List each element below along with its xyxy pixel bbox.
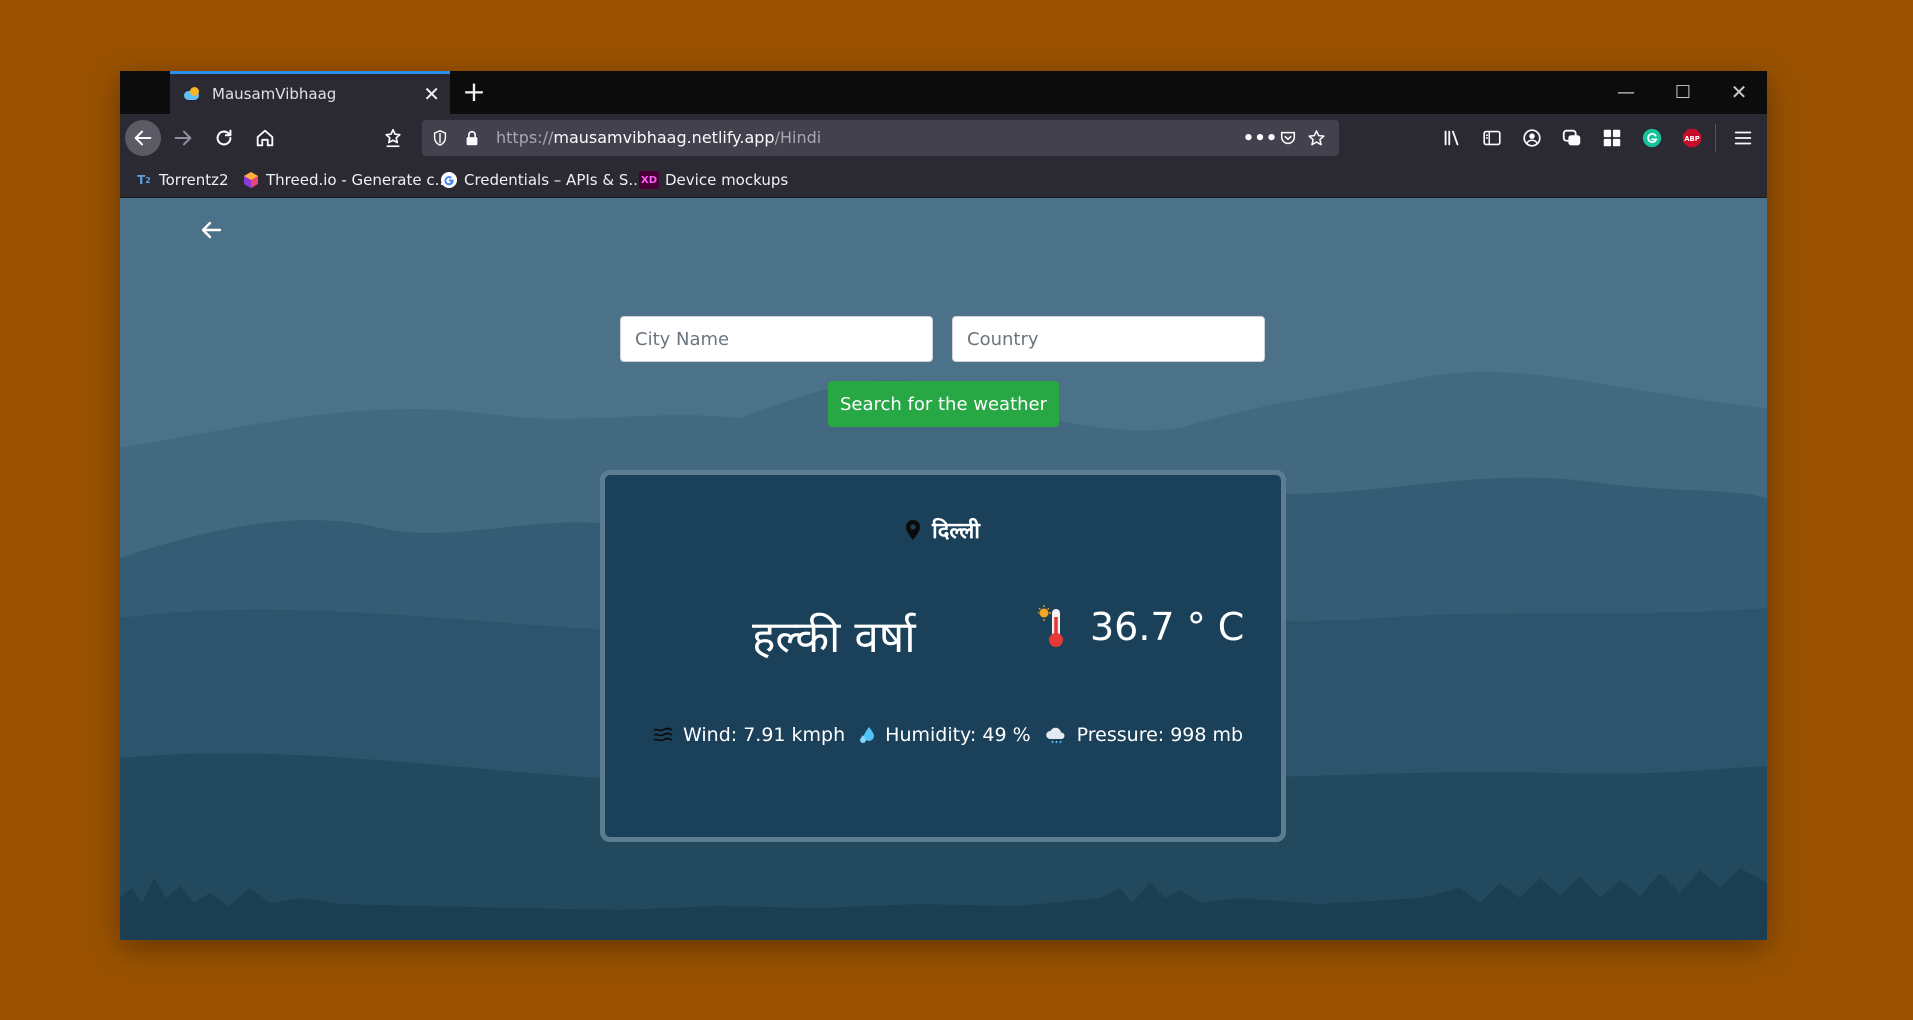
reload-icon: [216, 129, 232, 146]
adblock-plus-button[interactable]: ABP: [1674, 120, 1710, 156]
forward-arrow-icon: [174, 130, 192, 146]
search-weather-button[interactable]: Search for the weather: [828, 381, 1059, 427]
temperature-value: 36.7 ° C: [1090, 605, 1245, 649]
home-button[interactable]: [247, 120, 283, 156]
reload-button[interactable]: [206, 120, 242, 156]
torrentz-icon: T2: [137, 173, 151, 187]
weather-stats: Wind: 7.91 kmph Humidity: 49 % Pressure:…: [653, 724, 1257, 746]
temperature-row: 36.7 ° C: [1038, 605, 1244, 649]
app-menu-button[interactable]: [1725, 120, 1761, 156]
grammarly-button[interactable]: [1634, 120, 1670, 156]
location-row: दिल्ली: [605, 515, 1281, 545]
bookmark-item[interactable]: T2 Torrentz2: [135, 162, 229, 198]
home-icon: [256, 129, 274, 147]
library-icon: [1444, 130, 1459, 146]
extension-link-button[interactable]: [1554, 120, 1590, 156]
hamburger-menu-icon: [1734, 131, 1752, 145]
weather-description: हल्की वर्षा: [752, 612, 916, 663]
grid-extension-icon: [1603, 129, 1621, 147]
tab-mausamvibhaag[interactable]: MausamVibhaag ✕: [170, 71, 450, 114]
library-button[interactable]: [1434, 120, 1470, 156]
bookmark-page-star-icon[interactable]: [1306, 128, 1326, 148]
tab-title: MausamVibhaag: [212, 85, 337, 103]
bookmark-label: Credentials – APIs & S...: [464, 171, 643, 189]
wind-value: Wind: 7.91 kmph: [683, 724, 846, 746]
city-name-input[interactable]: [620, 316, 933, 362]
pocket-icon[interactable]: [1278, 128, 1298, 148]
bookmark-label: Torrentz2: [159, 171, 229, 189]
extension-link-icon: [1562, 129, 1581, 146]
back-arrow-icon: [134, 130, 152, 146]
location-pin-icon: [906, 520, 921, 540]
url-host: mausamvibhaag.netlify.app: [553, 128, 775, 147]
account-button[interactable]: [1514, 120, 1550, 156]
new-tab-button[interactable]: +: [456, 75, 492, 111]
maximize-button[interactable]: ☐: [1655, 71, 1711, 114]
grammarly-icon: [1642, 128, 1662, 148]
url-text[interactable]: https://mausamvibhaag.netlify.app/Hindi: [496, 120, 821, 156]
minimize-button[interactable]: —: [1598, 71, 1654, 114]
weather-card: दिल्ली हल्की वर्षा 36.7 ° C Wind: 7.91 k…: [600, 470, 1286, 842]
page-content: Search for the weather दिल्ली हल्की वर्ष…: [120, 198, 1767, 940]
extension-grid-button[interactable]: [1594, 120, 1630, 156]
location-name: दिल्ली: [932, 519, 980, 544]
tab-strip: MausamVibhaag ✕ + — ☐ ✕: [120, 71, 1767, 114]
page-back-button[interactable]: [198, 216, 226, 244]
bookmarks-toolbar: T2 Torrentz2 Threed.io - Generate c... C…: [120, 162, 1767, 198]
pressure-stat: Pressure: 998 mb: [1045, 724, 1243, 746]
toolbar-separator: [1715, 124, 1716, 152]
wind-icon: [653, 727, 673, 742]
forward-button[interactable]: [165, 120, 201, 156]
close-tab-icon[interactable]: ✕: [423, 84, 440, 104]
country-input[interactable]: [952, 316, 1265, 362]
xd-icon: XD: [639, 171, 659, 189]
account-icon: [1523, 129, 1541, 147]
pressure-cloud-icon: [1045, 727, 1065, 744]
threed-icon: [242, 171, 260, 189]
pressure-value: Pressure: 998 mb: [1076, 724, 1244, 746]
bookmark-item[interactable]: Credentials – APIs & S...: [440, 162, 643, 198]
save-to-pocket-toolbar-button[interactable]: [375, 120, 411, 156]
bookmark-star-icon: [385, 128, 401, 148]
sidebar-icon: [1483, 130, 1501, 146]
bookmark-label: Threed.io - Generate c...: [266, 171, 449, 189]
page-actions-menu-icon[interactable]: •••: [1243, 128, 1278, 149]
close-window-button[interactable]: ✕: [1711, 71, 1767, 114]
wind-stat: Wind: 7.91 kmph: [653, 724, 845, 746]
humidity-value: Humidity: 49 %: [885, 724, 1031, 746]
url-bar[interactable]: https://mausamvibhaag.netlify.app/Hindi …: [422, 120, 1339, 156]
browser-window: MausamVibhaag ✕ + — ☐ ✕ https://mausamvi…: [120, 71, 1767, 940]
humidity-drops-icon: [860, 727, 875, 743]
back-button[interactable]: [125, 120, 161, 156]
sidebar-button[interactable]: [1474, 120, 1510, 156]
navigation-toolbar: https://mausamvibhaag.netlify.app/Hindi …: [120, 114, 1767, 162]
lock-icon[interactable]: [462, 128, 482, 148]
adblock-plus-icon: ABP: [1682, 128, 1702, 148]
tracking-shield-icon[interactable]: [430, 128, 450, 148]
page-back-arrow-icon: [201, 221, 222, 239]
thermometer-sun-icon: [1038, 605, 1063, 647]
bookmark-label: Device mockups: [665, 171, 789, 189]
url-scheme: https://: [496, 128, 554, 147]
google-icon: [440, 171, 458, 189]
svg-text:ABP: ABP: [1684, 135, 1700, 143]
humidity-stat: Humidity: 49 %: [859, 724, 1031, 746]
bookmark-item[interactable]: XD Device mockups: [639, 162, 788, 198]
weather-favicon-icon: [184, 87, 200, 101]
url-path: /Hindi: [774, 128, 822, 147]
bookmark-item[interactable]: Threed.io - Generate c...: [242, 162, 449, 198]
